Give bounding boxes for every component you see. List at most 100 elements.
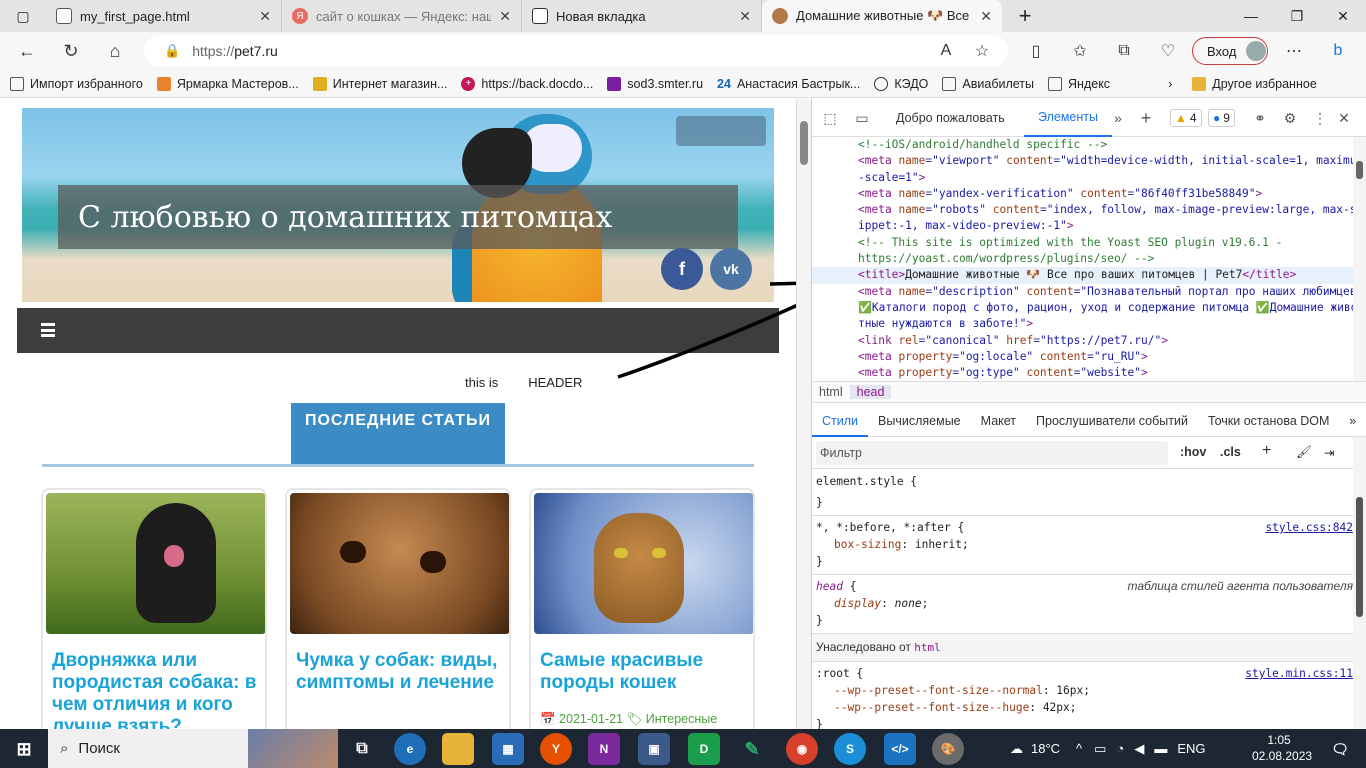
network-icon[interactable]: ▭	[1094, 741, 1106, 757]
file-explorer-icon[interactable]	[442, 733, 474, 765]
style-source-link[interactable]: style.min.css:11	[1245, 665, 1353, 682]
favorites-icon[interactable]: ✩	[1064, 35, 1096, 67]
tray-chevron-icon[interactable]: ^	[1076, 741, 1082, 756]
dom-line-title[interactable]: <title>Домашние животные 🐶 Все про ваших…	[812, 267, 1353, 284]
pen-app-icon[interactable]: ✎	[736, 733, 768, 765]
dom-line[interactable]: ✅Каталоги пород с фото, рацион, уход и с…	[812, 300, 1353, 316]
bookmark-anastasia[interactable]: 24 Анастасия Бастрык...	[717, 77, 860, 91]
crumb-head[interactable]: head	[849, 385, 892, 399]
bookmark-yandex[interactable]: Яндекс	[1048, 76, 1110, 91]
close-window-icon[interactable]: ✕	[1320, 0, 1366, 32]
dom-line[interactable]: тные нуждаются в заботе!">	[812, 316, 1353, 332]
cls-button[interactable]: .cls	[1220, 445, 1241, 459]
article-card[interactable]: Самые красивые породы кошек 📅 2021-01-21…	[529, 488, 755, 729]
rule-head[interactable]: head {таблица стилей агента пользователя…	[812, 575, 1353, 634]
clock[interactable]: 1:05 02.08.2023	[1252, 732, 1312, 764]
tab-yandex[interactable]: Я сайт о кошках — Яндекс: нашлось ✕	[282, 0, 522, 32]
edge-icon[interactable]: e	[394, 733, 426, 765]
favorite-star-icon[interactable]: ☆	[966, 35, 998, 67]
tab-pet7-active[interactable]: Домашние животные 🐶 Все пр ✕	[762, 0, 1002, 32]
article-card[interactable]: Чумка у собак: виды, симптомы и лечение	[285, 488, 511, 729]
dom-line[interactable]: <!-- This site is optimized with the Yoa…	[812, 235, 1353, 251]
dom-line[interactable]: <!--iOS/android/handheld specific -->	[812, 137, 1353, 153]
notifications-icon[interactable]: 🗨	[1324, 733, 1356, 765]
warnings-badge[interactable]: ▲ 4	[1170, 109, 1202, 127]
close-icon[interactable]: ✕	[739, 8, 751, 25]
tab-actions-icon[interactable]: ▢	[0, 0, 46, 32]
article-title[interactable]: Самые красивые породы кошек	[540, 650, 750, 694]
battery-icon[interactable]: ▬	[1154, 741, 1167, 756]
dom-scrollbar[interactable]	[1353, 137, 1366, 381]
vk-icon[interactable]: vk	[710, 248, 752, 290]
reload-icon[interactable]: ↻	[52, 35, 90, 67]
hov-button[interactable]: :hov	[1180, 445, 1206, 459]
dom-line[interactable]: <meta name="description" content="Познав…	[812, 284, 1353, 300]
hamburger-menu-icon[interactable]	[41, 323, 55, 337]
yandex-browser-icon[interactable]: Y	[540, 733, 572, 765]
close-icon[interactable]: ✕	[499, 8, 511, 25]
tab-styles[interactable]: Стили	[812, 405, 869, 437]
dom-line[interactable]: <meta name="robots" content="index, foll…	[812, 202, 1353, 218]
more-tabs-chevron-icon[interactable]: »	[1108, 109, 1128, 127]
url-input[interactable]: 🔒 https://pet7.ru	[144, 35, 1008, 67]
dom-tree[interactable]: <!--iOS/android/handheld specific --> <m…	[812, 137, 1353, 381]
article-title[interactable]: Чумка у собак: виды, симптомы и лечение	[296, 650, 506, 694]
sidebar-toggle-icon[interactable]: ⇥	[1324, 445, 1334, 460]
bookmark-shop[interactable]: Интернет магазин...	[312, 76, 447, 91]
dom-line[interactable]: <link rel="canonical" href="https://pet7…	[812, 333, 1353, 349]
close-devtools-icon[interactable]: ✕	[1334, 109, 1354, 127]
tab-new[interactable]: Новая вкладка ✕	[522, 0, 762, 32]
facebook-icon[interactable]: f	[661, 248, 703, 290]
home-icon[interactable]: ⌂	[96, 35, 134, 67]
weather-icon[interactable]: ☁	[1010, 741, 1023, 757]
browser-essentials-icon[interactable]: ♡	[1152, 35, 1184, 67]
app-d-icon[interactable]: D	[688, 733, 720, 765]
more-tabs-chevron-icon[interactable]: »	[1339, 414, 1366, 428]
styles-scrollbar[interactable]	[1353, 437, 1366, 729]
dom-line[interactable]: <meta name="yandex-verification" content…	[812, 186, 1353, 202]
article-card[interactable]: Дворняжка или породистая собака: в чем о…	[41, 488, 267, 729]
article-title[interactable]: Дворняжка или породистая собака: в чем о…	[52, 650, 262, 729]
toggle-print-icon[interactable]: 🖌	[1296, 445, 1312, 460]
dom-line[interactable]: <meta property="og:locale" content="ru_R…	[812, 349, 1353, 365]
close-icon[interactable]: ✕	[980, 8, 992, 25]
bing-icon[interactable]: b	[1322, 35, 1354, 67]
onenote-icon[interactable]: N	[588, 733, 620, 765]
connections-icon[interactable]: ⚭	[1250, 109, 1270, 127]
wifi-icon[interactable]: ◔	[1116, 741, 1124, 756]
tab-event-listeners[interactable]: Прослушиватели событий	[1026, 414, 1198, 428]
rule-universal[interactable]: *, *:before, *:after {style.css:842 box-…	[812, 516, 1353, 575]
paint-icon[interactable]: 🎨	[932, 733, 964, 765]
page-scrollbar[interactable]	[796, 99, 811, 729]
bookmarks-more-chevron-icon[interactable]: ›	[1168, 77, 1172, 91]
temperature[interactable]: 18°C	[1031, 741, 1060, 756]
dom-line[interactable]: -scale=1">	[812, 170, 1353, 186]
style-source-link[interactable]: style.css:842	[1265, 519, 1353, 536]
rule-root[interactable]: :root {style.min.css:11 --wp--preset--fo…	[812, 662, 1353, 729]
tab-elements[interactable]: Элементы	[1024, 99, 1112, 137]
inherited-from-link[interactable]: html	[914, 641, 941, 654]
taskbar-search[interactable]: ⌕ Поиск	[48, 729, 338, 768]
new-tab-plus-icon[interactable]: +	[1002, 0, 1048, 32]
task-view-icon[interactable]: ⧉	[346, 733, 378, 765]
dom-line[interactable]: https://yoast.com/wordpress/plugins/seo/…	[812, 251, 1353, 267]
messages-badge[interactable]: ● 9	[1208, 109, 1235, 127]
collections-icon[interactable]: ⧉	[1108, 35, 1140, 67]
dom-line[interactable]: ippet:-1, max-video-preview:-1">	[812, 218, 1353, 234]
settings-gear-icon[interactable]: ⚙	[1280, 109, 1300, 127]
filter-input[interactable]: Фильтр	[816, 441, 1168, 465]
login-button[interactable]: Вход	[1192, 37, 1268, 65]
windows-start-icon[interactable]: ⊞	[8, 733, 40, 765]
dom-line[interactable]: <meta name="viewport" content="width=dev…	[812, 153, 1353, 169]
bookmark-other[interactable]: Другое избранное	[1192, 76, 1317, 91]
read-aloud-icon[interactable]: A	[930, 35, 962, 67]
crumb-html[interactable]: html	[812, 385, 850, 399]
tab-welcome[interactable]: Добро пожаловать	[896, 111, 1005, 125]
skype-icon[interactable]: S	[834, 733, 866, 765]
rule-element-style[interactable]: element.style { }	[812, 470, 1353, 516]
volume-icon[interactable]: ◀	[1134, 741, 1144, 757]
bookmark-yarmarka[interactable]: Ярмарка Мастеров...	[156, 76, 299, 91]
more-menu-icon[interactable]: ⋮	[1310, 109, 1330, 127]
bookmark-smter[interactable]: sod3.smter.ru	[607, 76, 703, 91]
store-icon[interactable]: ▦	[492, 733, 524, 765]
